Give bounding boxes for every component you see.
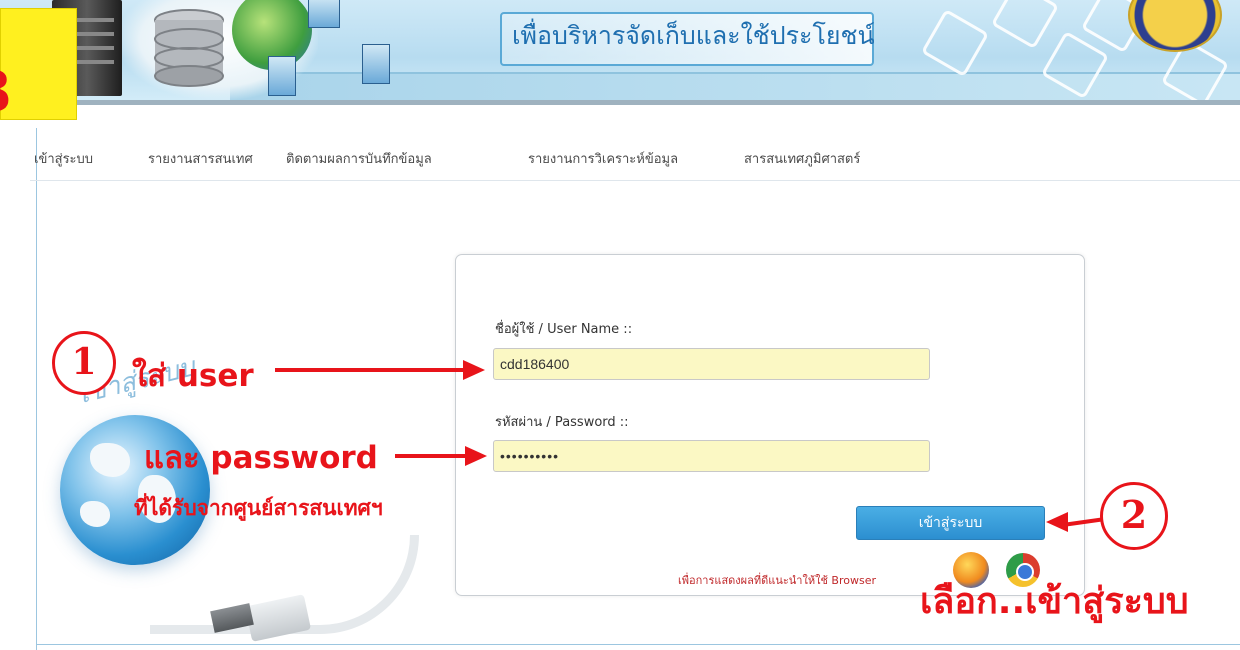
building-icon <box>362 44 390 84</box>
nav-item-geo[interactable]: สารสนเทศภูมิศาสตร์ <box>744 148 860 169</box>
hexagon-decor <box>920 8 990 78</box>
login-button[interactable]: เข้าสู่ระบบ <box>856 506 1045 540</box>
password-field[interactable]: •••••••••• <box>493 440 930 472</box>
arrow-password-head <box>465 446 487 466</box>
step-badge: 3 <box>0 8 77 125</box>
arrow-password <box>395 454 467 458</box>
step1-password-text: และ password <box>144 440 378 476</box>
step-badge-number: 3 <box>0 59 12 125</box>
content-border-bottom <box>36 644 1240 645</box>
step2-text: เลือก..เข้าสู่ระบบ <box>920 581 1189 622</box>
username-label: ชื่อผู้ใช้ / User Name :: <box>495 322 633 337</box>
header-banner: เพื่อบริหารจัดเก็บและใช้ประโยชน์ <box>0 0 1240 105</box>
step2-circle: 2 <box>1100 482 1168 550</box>
arrow-user-head <box>463 360 485 380</box>
hexagon-decor <box>990 0 1060 50</box>
content-border-left <box>36 128 37 650</box>
nav-item-tracking[interactable]: ติดตามผลการบันทึกข้อมูล <box>286 148 432 169</box>
password-label: รหัสผ่าน / Password :: <box>495 415 629 430</box>
step1-source-text: ที่ได้รับจากศูนย์สารสนเทศฯ <box>134 496 383 520</box>
nav-item-login[interactable]: เข้าสู่ระบบ <box>34 148 93 169</box>
step1-user-text: ใส่ user <box>132 358 254 394</box>
nav-item-analysis[interactable]: รายงานการวิเคราะห์ข้อมูล <box>528 148 678 169</box>
organization-logo <box>1128 0 1222 52</box>
banner-strip <box>0 100 1240 105</box>
building-icon <box>308 0 340 28</box>
banner-slogan: เพื่อบริหารจัดเก็บและใช้ประโยชน์ <box>512 21 875 50</box>
building-icon <box>268 56 296 96</box>
step1-circle: 1 <box>52 331 116 395</box>
arrow-user <box>275 368 465 372</box>
username-field[interactable]: cdd186400 <box>493 348 930 380</box>
database-icon <box>154 9 224 87</box>
browser-recommendation: เพื่อการแสดงผลที่ดีแนะนำให้ใช้ Browser <box>678 574 877 587</box>
nav-item-reports[interactable]: รายงานสารสนเทศ <box>148 148 253 169</box>
arrow-button-head <box>1046 512 1068 532</box>
main-nav: เข้าสู่ระบบ รายงานสารสนเทศ ติดตามผลการบั… <box>30 128 1240 181</box>
